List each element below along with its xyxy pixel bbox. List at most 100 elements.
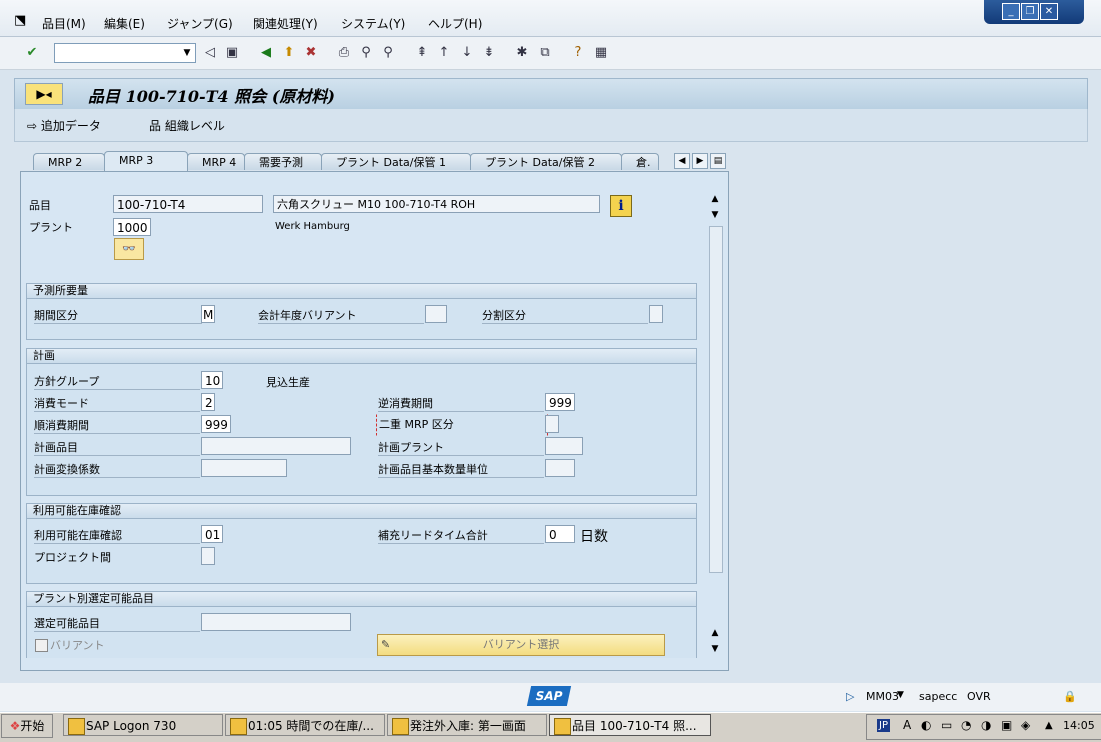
replenish-leadtime-field[interactable]: 0 xyxy=(545,525,575,543)
screen-icon[interactable]: ▶◂ xyxy=(25,83,63,105)
task-sap-logon[interactable]: SAP Logon 730 xyxy=(63,714,223,736)
availability-check-field[interactable]: 01 xyxy=(201,525,223,543)
menu-goto[interactable]: ジャンプ(G) xyxy=(167,15,233,32)
strategy-group-field[interactable]: 10 xyxy=(201,371,223,389)
enter-icon[interactable]: ✔ xyxy=(24,45,40,61)
layout-icon[interactable]: ▦ xyxy=(593,45,609,61)
prev-page-icon[interactable]: ↑ xyxy=(436,45,452,61)
additional-data-label: 追加データ xyxy=(40,119,101,133)
task-label: SAP Logon 730 xyxy=(86,719,177,733)
find-next-icon[interactable]: ⚲ xyxy=(380,45,396,61)
period-indicator-field[interactable]: M xyxy=(201,305,215,323)
consumption-mode-field[interactable]: 2 xyxy=(201,393,215,411)
transaction-dropdown-icon[interactable]: ▼ xyxy=(897,690,904,700)
help-icon[interactable]: ? xyxy=(570,45,586,61)
plant-name: Werk Hamburg xyxy=(275,221,350,232)
planning-plant-field[interactable] xyxy=(545,437,583,455)
forward-period-field[interactable]: 999 xyxy=(201,415,231,433)
sap-window-icon xyxy=(554,718,571,735)
minimize-button[interactable]: _ xyxy=(1002,3,1020,20)
sap-window-icon xyxy=(230,718,247,735)
create-session-icon[interactable]: ✱ xyxy=(514,45,530,61)
tab-scroll-left-icon[interactable]: ◀ xyxy=(674,153,690,169)
close-button[interactable]: ✕ xyxy=(1040,3,1058,20)
status-toggle-icon[interactable]: ▷ xyxy=(846,690,854,703)
application-toolbar: ⇨ 追加データ 品 組織レベル xyxy=(14,109,1088,142)
selectable-material-field[interactable] xyxy=(201,613,351,631)
exit-icon[interactable]: ⬆ xyxy=(281,45,297,61)
info-icon[interactable]: i xyxy=(610,195,632,217)
tab-list-icon[interactable]: ▤ xyxy=(710,153,726,169)
volume-icon[interactable]: ◐ xyxy=(921,718,931,732)
org-levels-button[interactable]: 品 組織レベル xyxy=(149,117,225,134)
tab-scroll-right-icon[interactable]: ▶ xyxy=(692,153,708,169)
notification-icon[interactable]: ▲ xyxy=(1045,720,1053,731)
scrollbar-thumb[interactable] xyxy=(709,226,723,573)
network-icon[interactable]: ▭ xyxy=(941,718,952,732)
tab-mrp4[interactable]: MRP 4 xyxy=(187,153,245,170)
save-icon[interactable]: ▣ xyxy=(224,45,240,61)
scroll-up-icon[interactable]: ▲ xyxy=(709,193,721,205)
backward-period-field[interactable]: 999 xyxy=(545,393,575,411)
menu-help[interactable]: ヘルプ(H) xyxy=(428,15,482,32)
tray-app-icon[interactable]: ◈ xyxy=(1021,718,1030,732)
find-icon[interactable]: ⚲ xyxy=(358,45,374,61)
fiscal-variant-label: 会計年度バリアント xyxy=(258,307,424,324)
task-stock-over-time[interactable]: 01:05 時間での在庫/... xyxy=(225,714,385,736)
tray-app-icon[interactable]: ▣ xyxy=(1001,718,1012,732)
menu-material[interactable]: 品目(M) xyxy=(42,15,86,32)
planning-material-field[interactable] xyxy=(201,437,351,455)
tray-app-icon[interactable]: ◔ xyxy=(961,718,971,732)
system-menu-icon[interactable]: ⬔ xyxy=(14,13,26,28)
ime-icon[interactable]: A xyxy=(903,718,911,732)
cancel-icon[interactable]: ✖ xyxy=(303,45,319,61)
cross-project-field[interactable] xyxy=(201,547,215,565)
print-icon[interactable]: ⎙ xyxy=(336,45,352,61)
plant-field[interactable]: 1000 xyxy=(113,218,151,236)
command-field[interactable]: ▼ xyxy=(54,43,196,63)
tab-warehouse[interactable]: 倉. xyxy=(621,153,659,170)
mixed-mrp-field[interactable] xyxy=(545,415,559,433)
variant-selection-button[interactable]: ✎ バリアント選択 xyxy=(377,634,665,656)
transaction-code[interactable]: MM03 xyxy=(866,690,899,703)
restore-button[interactable]: ❐ xyxy=(1021,3,1039,20)
display-glasses-icon[interactable]: 👓 xyxy=(114,238,144,260)
tab-forecast[interactable]: 需要予測 xyxy=(244,153,322,170)
additional-data-button[interactable]: ⇨ 追加データ xyxy=(27,117,101,134)
conversion-factor-field[interactable] xyxy=(201,459,287,477)
language-indicator[interactable]: JP xyxy=(877,719,890,732)
first-page-icon[interactable]: ⇞ xyxy=(414,45,430,61)
back-nav-icon[interactable]: ◀ xyxy=(258,45,274,61)
variant-checkbox[interactable] xyxy=(35,639,48,652)
tab-mrp3[interactable]: MRP 3 xyxy=(104,151,188,172)
next-page-icon[interactable]: ↓ xyxy=(459,45,475,61)
planning-uom-field[interactable] xyxy=(545,459,575,477)
menu-edit[interactable]: 編集(E) xyxy=(104,15,145,32)
cross-project-label: プロジェクト間 xyxy=(34,551,111,564)
tab-plant-storage-1[interactable]: プラント Data/保管 1 xyxy=(321,153,471,170)
menu-system[interactable]: システム(Y) xyxy=(341,15,405,32)
sap-window-icon xyxy=(392,718,409,735)
fiscal-variant-field[interactable] xyxy=(425,305,447,323)
material-description-field[interactable]: 六角スクリュー M10 100-710-T4 ROH xyxy=(273,195,600,213)
start-button[interactable]: ❖开始 xyxy=(1,714,53,738)
splitting-indicator-field[interactable] xyxy=(649,305,663,323)
tab-plant-storage-2[interactable]: プラント Data/保管 2 xyxy=(470,153,622,170)
tray-app-icon[interactable]: ◑ xyxy=(981,718,991,732)
material-field[interactable]: 100-710-T4 xyxy=(113,195,263,213)
shortcut-icon[interactable]: ⧉ xyxy=(537,45,553,61)
forward-period-label: 順消費期間 xyxy=(34,417,200,434)
task-goods-receipt[interactable]: 発注外入庫: 第一画面 xyxy=(387,714,547,736)
collapse-icon[interactable]: ◁ xyxy=(202,45,218,61)
chevron-down-icon[interactable]: ▼ xyxy=(179,44,195,62)
insert-mode[interactable]: OVR xyxy=(967,690,991,703)
last-page-icon[interactable]: ⇟ xyxy=(481,45,497,61)
menu-extras[interactable]: 関連処理(Y) xyxy=(253,15,318,32)
strategy-group-text: 見込生産 xyxy=(266,376,310,389)
scroll-up-icon[interactable]: ▲ xyxy=(709,627,721,639)
task-material-display[interactable]: 品目 100-710-T4 照... xyxy=(549,714,711,736)
scroll-down-icon[interactable]: ▼ xyxy=(709,209,721,221)
standard-toolbar: ✔ ▼ ◁ ▣ ◀ ⬆ ✖ ⎙ ⚲ ⚲ ⇞ ↑ ↓ ⇟ ✱ ⧉ ? ▦ xyxy=(0,37,1101,70)
tab-mrp2[interactable]: MRP 2 xyxy=(33,153,105,170)
scroll-down-icon[interactable]: ▼ xyxy=(709,643,721,655)
